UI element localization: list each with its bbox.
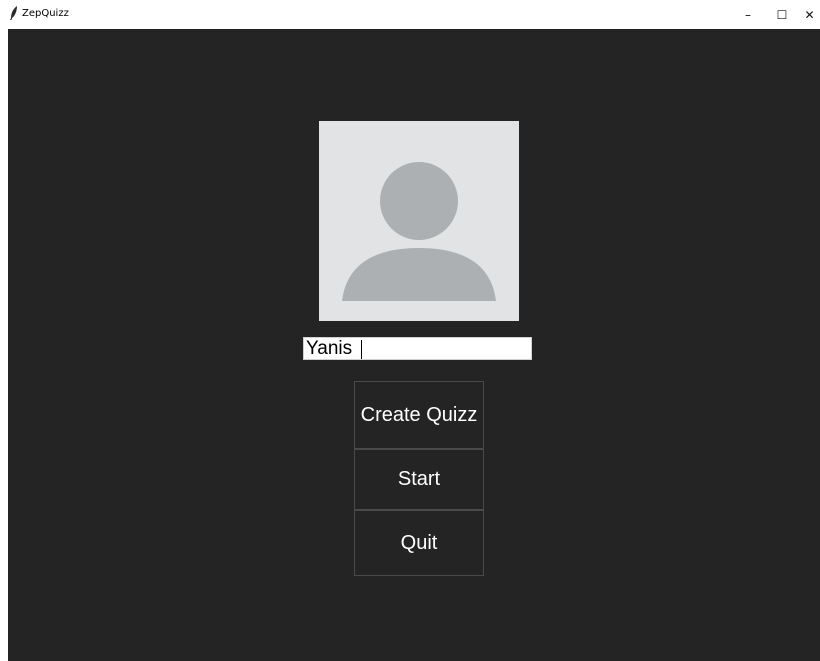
start-button[interactable]: Start (354, 449, 484, 510)
title-bar[interactable]: ZepQuizz – ☐ ✕ (0, 0, 820, 29)
user-placeholder-icon (319, 121, 519, 321)
app-window: ZepQuizz – ☐ ✕ Create Quizz Start Quit (0, 0, 820, 661)
quit-button[interactable]: Quit (354, 510, 484, 576)
main-content: Create Quizz Start Quit (8, 29, 820, 661)
name-input[interactable] (303, 337, 532, 360)
create-quizz-button[interactable]: Create Quizz (354, 381, 484, 449)
minimize-button[interactable]: – (731, 0, 765, 29)
close-button[interactable]: ✕ (799, 0, 820, 29)
maximize-button[interactable]: ☐ (765, 0, 799, 29)
feather-icon (9, 6, 19, 20)
window-title: ZepQuizz (22, 8, 69, 19)
text-caret (361, 340, 362, 359)
